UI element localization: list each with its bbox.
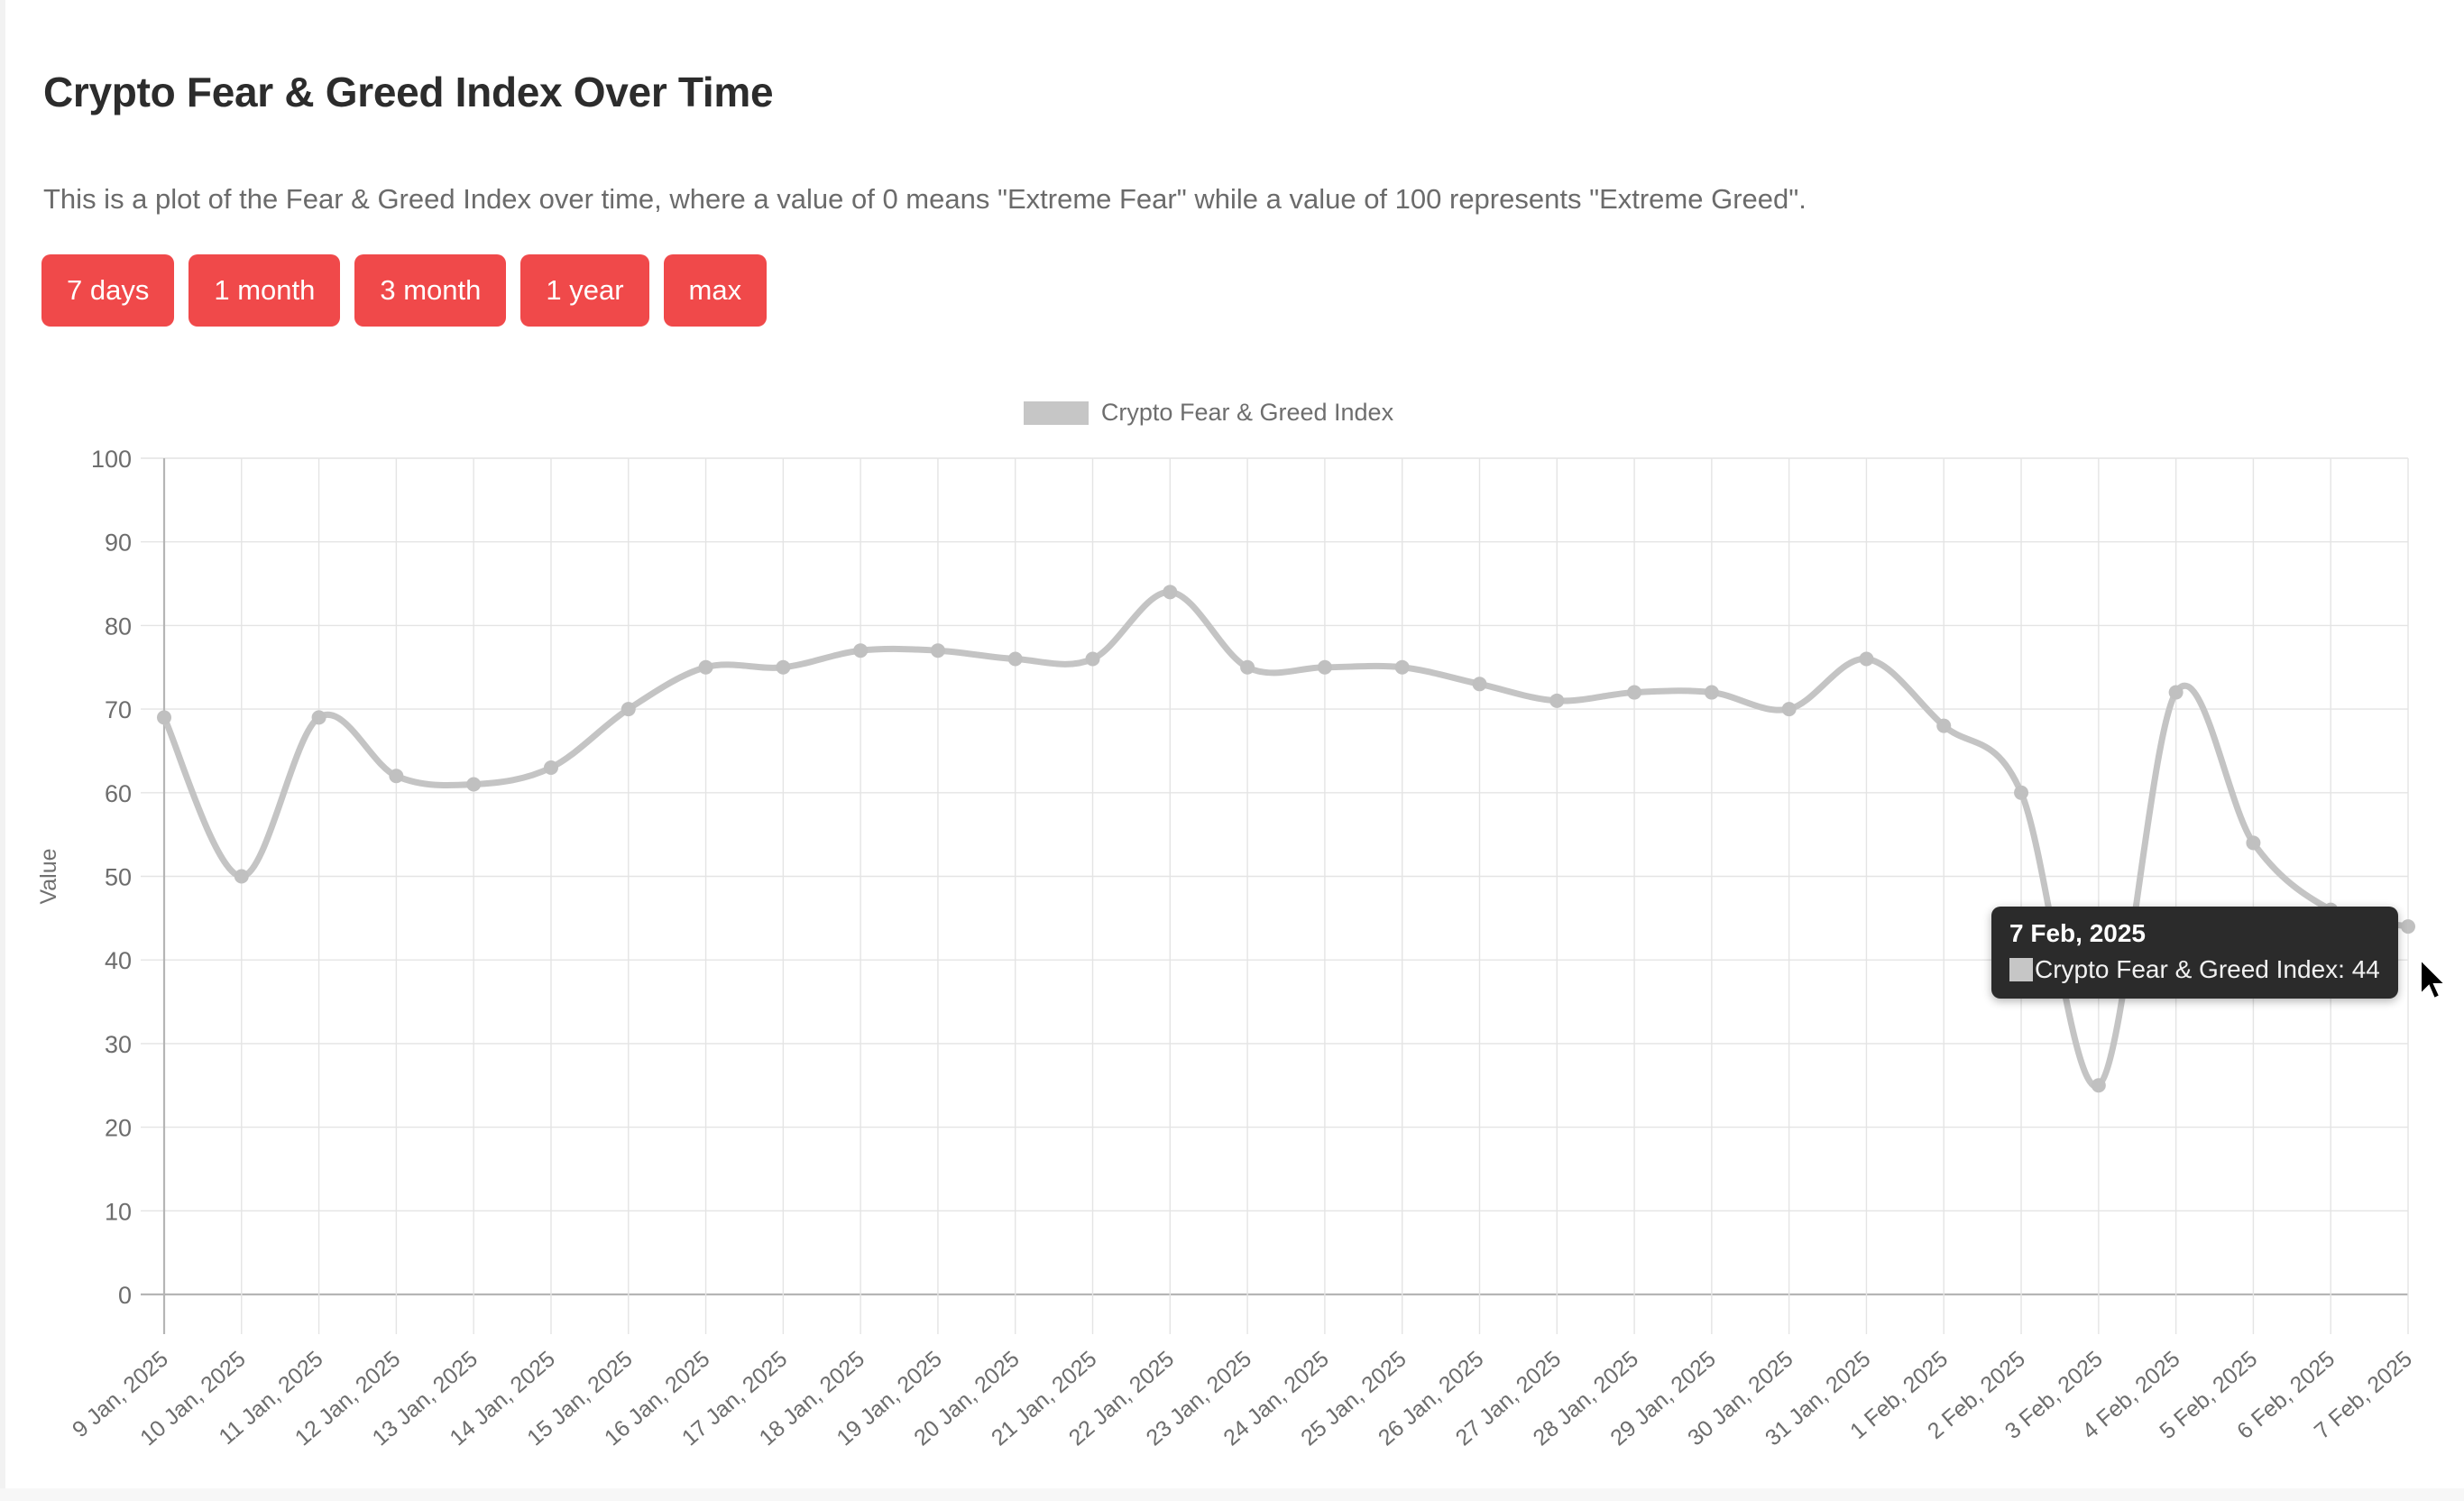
y-axis-tick-label: 20 <box>105 1115 132 1142</box>
series-data-point[interactable] <box>930 643 945 658</box>
tooltip-date: 7 Feb, 2025 <box>2009 919 2146 947</box>
y-axis-tick-label: 0 <box>118 1282 132 1309</box>
series-data-point[interactable] <box>543 760 558 775</box>
series-line-crypto-fear-greed-index[interactable] <box>161 588 2412 1090</box>
y-axis-tick-label: 70 <box>105 696 132 723</box>
series-data-point[interactable] <box>621 702 636 717</box>
series-data-point[interactable] <box>2014 785 2029 800</box>
series-data-point[interactable] <box>1007 651 1023 667</box>
series-data-point[interactable] <box>1317 659 1332 675</box>
series-data-point[interactable] <box>1627 685 1642 700</box>
series-data-point[interactable] <box>234 869 249 884</box>
tooltip-series-row: Crypto Fear & Greed Index: 44 <box>2009 955 2380 984</box>
page-root: Crypto Fear & Greed Index Over Time This… <box>0 0 2464 1501</box>
series-data-point[interactable] <box>1936 718 1952 733</box>
y-axis-tick-label: 50 <box>105 864 132 891</box>
y-axis-tick-label: 10 <box>105 1198 132 1225</box>
series-data-point[interactable] <box>1859 651 1874 667</box>
series-data-point[interactable] <box>1549 693 1565 708</box>
tooltip-swatch-icon <box>2009 958 2033 981</box>
range-button-1-month[interactable]: 1 month <box>188 254 341 327</box>
page-bottom-strip <box>0 1488 2464 1501</box>
series-data-point[interactable] <box>2401 919 2415 935</box>
series-data-point[interactable] <box>1163 585 1178 600</box>
y-axis-tick-label: 90 <box>105 529 132 557</box>
range-button-3-month[interactable]: 3 month <box>354 254 507 327</box>
series-data-point[interactable] <box>776 659 791 675</box>
series-data-point[interactable] <box>853 643 869 658</box>
y-axis-tick-label: 40 <box>105 947 132 974</box>
y-axis-title: Value <box>36 848 61 904</box>
chart-tooltip: 7 Feb, 2025 Crypto Fear & Greed Index: 4… <box>1991 907 2398 999</box>
page-description: This is a plot of the Fear & Greed Index… <box>43 183 1807 215</box>
series-data-point[interactable] <box>389 769 404 784</box>
y-axis-tick-label: 100 <box>91 446 132 473</box>
series-data-point[interactable] <box>698 659 713 675</box>
series-data-point[interactable] <box>1704 685 1719 700</box>
series-data-point[interactable] <box>1394 659 1410 675</box>
y-axis-tick-label: 30 <box>105 1031 132 1058</box>
series-data-point[interactable] <box>311 710 326 725</box>
series-data-point[interactable] <box>2168 685 2184 700</box>
series-data-point[interactable] <box>157 710 171 725</box>
range-selector-group: 7 days 1 month 3 month 1 year max <box>41 254 768 327</box>
y-axis-tick-label: 60 <box>105 780 132 807</box>
series-data-point[interactable] <box>2091 1078 2106 1093</box>
page-title: Crypto Fear & Greed Index Over Time <box>43 68 774 115</box>
series-data-point[interactable] <box>1085 651 1100 667</box>
range-button-max[interactable]: max <box>663 254 768 327</box>
range-button-7-days[interactable]: 7 days <box>41 254 175 327</box>
y-axis-tick-label: 80 <box>105 612 132 640</box>
series-data-point[interactable] <box>1240 659 1255 675</box>
series-data-point[interactable] <box>1781 702 1797 717</box>
series-data-point[interactable] <box>466 777 482 792</box>
range-button-1-year[interactable]: 1 year <box>520 254 649 327</box>
series-data-point[interactable] <box>2246 835 2261 851</box>
tooltip-series-value: Crypto Fear & Greed Index: 44 <box>2035 955 2380 983</box>
series-data-point[interactable] <box>1472 677 1487 692</box>
